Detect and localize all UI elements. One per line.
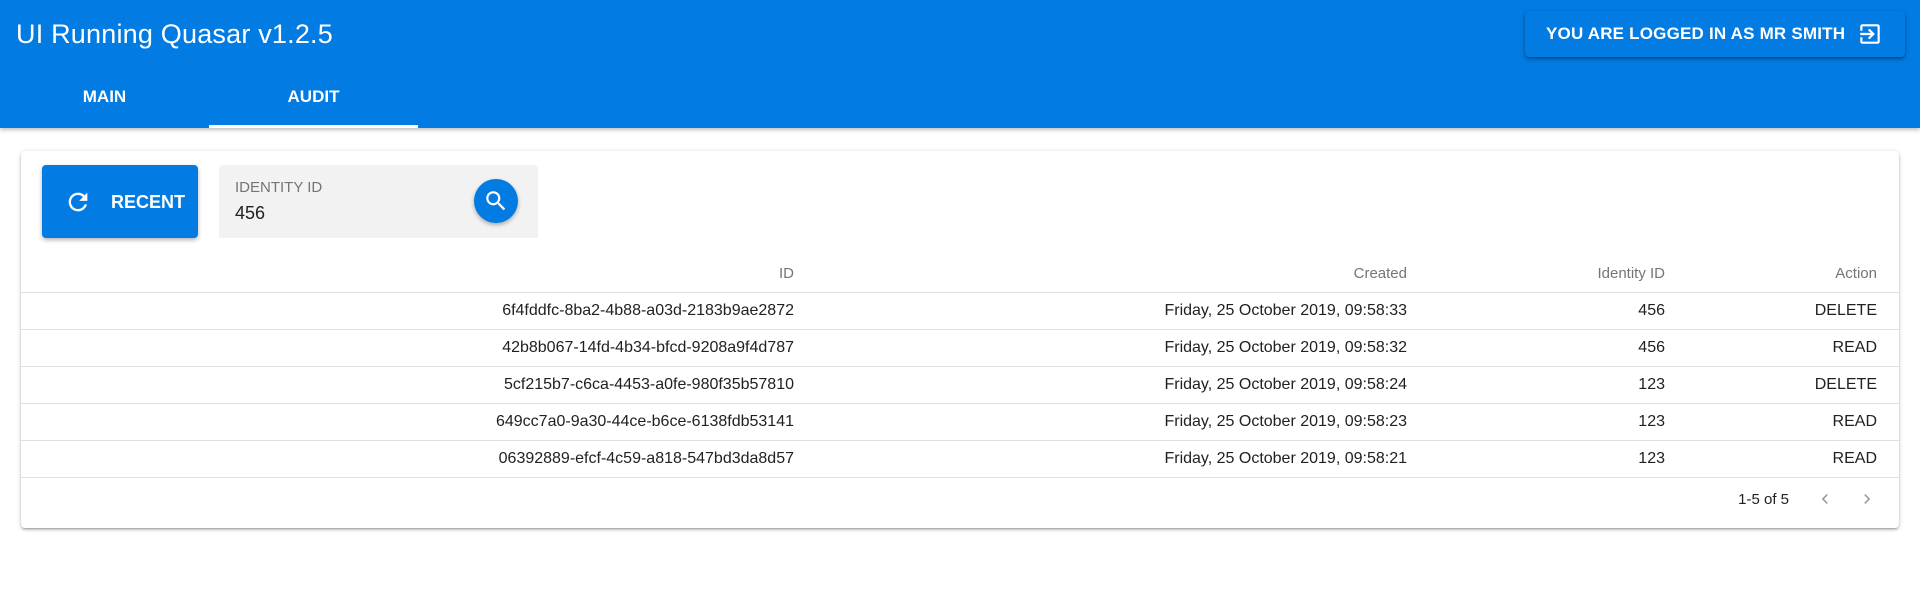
- recent-button[interactable]: RECENT: [42, 165, 198, 238]
- cell-spacer: [1877, 292, 1899, 330]
- search-button[interactable]: [474, 179, 518, 223]
- logout-icon: [1860, 24, 1880, 44]
- chevron-right-icon[interactable]: [1857, 489, 1877, 509]
- cell-spacer: [1877, 440, 1899, 478]
- cell-action: READ: [1665, 440, 1877, 478]
- table-row[interactable]: 5cf215b7-c6ca-4453-a0fe-980f35b57810 Fri…: [21, 366, 1899, 404]
- table-row[interactable]: 42b8b067-14fd-4b34-bfcd-9208a9f4d787 Fri…: [21, 329, 1899, 367]
- tab-audit[interactable]: AUDIT: [209, 74, 418, 128]
- cell-action: DELETE: [1665, 366, 1877, 404]
- cell-action: READ: [1665, 329, 1877, 367]
- cell-id: 6f4fddfc-8ba2-4b88-a03d-2183b9ae2872: [21, 292, 794, 330]
- cell-id: 5cf215b7-c6ca-4453-a0fe-980f35b57810: [21, 366, 794, 404]
- chevron-left-icon[interactable]: [1815, 489, 1835, 509]
- cell-spacer: [1877, 366, 1899, 404]
- cell-identity-id: 123: [1407, 403, 1665, 441]
- pagination-info: 1-5 of 5: [1738, 490, 1789, 508]
- cell-created: Friday, 25 October 2019, 09:58:32: [794, 329, 1407, 367]
- app-title: UI Running Quasar v1.2.5: [16, 19, 333, 49]
- search-icon: [486, 191, 506, 211]
- cell-created: Friday, 25 October 2019, 09:58:33: [794, 292, 1407, 330]
- cell-identity-id: 456: [1407, 329, 1665, 367]
- cell-created: Friday, 25 October 2019, 09:58:23: [794, 403, 1407, 441]
- cell-action: DELETE: [1665, 292, 1877, 330]
- app-header: UI Running Quasar v1.2.5 YOU ARE LOGGED …: [0, 0, 1920, 128]
- user-button-label: YOU ARE LOGGED IN AS MR SMITH: [1546, 24, 1846, 43]
- cell-identity-id: 123: [1407, 440, 1665, 478]
- column-header-created[interactable]: Created: [794, 256, 1407, 293]
- tab-bar: MAIN AUDIT: [0, 74, 418, 128]
- table-row[interactable]: 6f4fddfc-8ba2-4b88-a03d-2183b9ae2872 Fri…: [21, 292, 1899, 330]
- identity-id-field: IDENTITY ID: [219, 165, 538, 238]
- column-header-id[interactable]: ID: [21, 256, 794, 293]
- refresh-icon: [68, 192, 88, 212]
- identity-id-label: IDENTITY ID: [235, 179, 323, 196]
- pagination: 1-5 of 5: [1738, 489, 1899, 509]
- cell-spacer: [1877, 329, 1899, 367]
- cell-id: 06392889-efcf-4c59-a818-547bd3da8d57: [21, 440, 794, 478]
- audit-table: ID Created Identity ID Action 6f4fddfc-8…: [21, 256, 1899, 478]
- tab-main-label: MAIN: [82, 87, 127, 106]
- cell-id: 42b8b067-14fd-4b34-bfcd-9208a9f4d787: [21, 329, 794, 367]
- tab-main[interactable]: MAIN: [0, 74, 209, 128]
- identity-id-input[interactable]: [235, 200, 455, 226]
- tab-audit-label: AUDIT: [287, 87, 340, 106]
- table-header-row: ID Created Identity ID Action: [21, 256, 1899, 293]
- cell-identity-id: 456: [1407, 292, 1665, 330]
- cell-created: Friday, 25 October 2019, 09:58:24: [794, 366, 1407, 404]
- table-row[interactable]: 649cc7a0-9a30-44ce-b6ce-6138fdb53141 Fri…: [21, 403, 1899, 441]
- cell-created: Friday, 25 October 2019, 09:58:21: [794, 440, 1407, 478]
- audit-card: RECENT IDENTITY ID ID Created Identity I…: [21, 151, 1899, 528]
- cell-spacer: [1877, 403, 1899, 441]
- cell-identity-id: 123: [1407, 366, 1665, 404]
- cell-id: 649cc7a0-9a30-44ce-b6ce-6138fdb53141: [21, 403, 794, 441]
- column-header-identity-id[interactable]: Identity ID: [1407, 256, 1665, 293]
- column-spacer: [1877, 256, 1899, 293]
- cell-action: READ: [1665, 403, 1877, 441]
- recent-button-label: RECENT: [111, 192, 186, 212]
- table-row[interactable]: 06392889-efcf-4c59-a818-547bd3da8d57 Fri…: [21, 440, 1899, 478]
- logged-in-user-button[interactable]: YOU ARE LOGGED IN AS MR SMITH: [1525, 11, 1905, 57]
- column-header-action[interactable]: Action: [1665, 256, 1877, 293]
